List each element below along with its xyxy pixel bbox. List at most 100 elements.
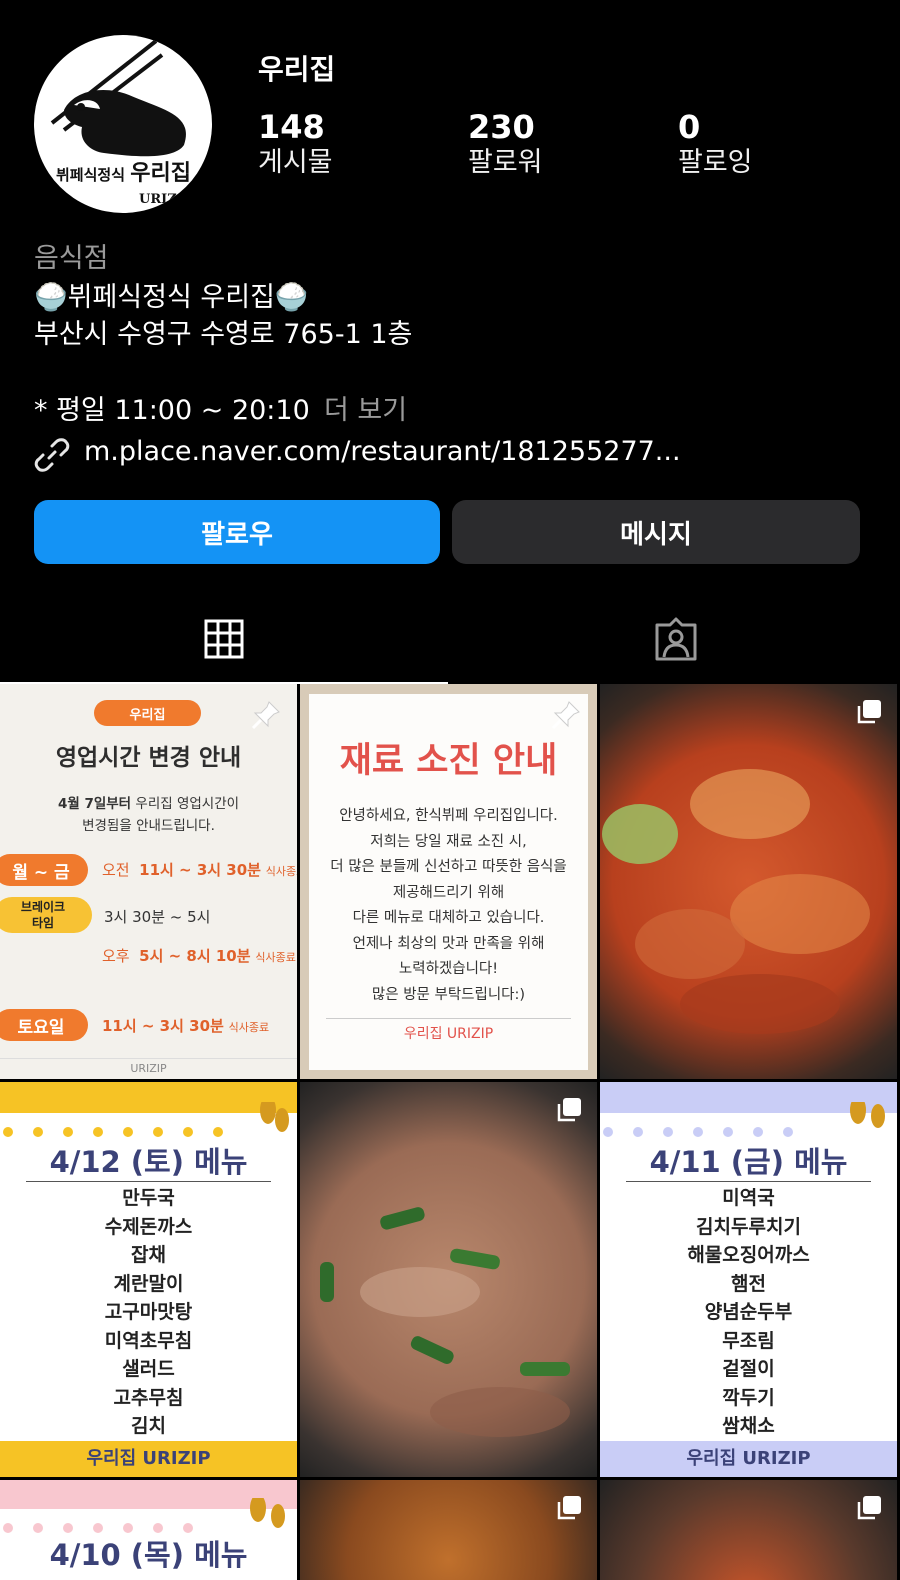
notice-line: 언제나 최상의 맛과 만족을 위해: [352, 935, 545, 952]
following-label: 팔로잉: [678, 147, 753, 178]
notice-line: 많은 방문 부탁드립니다:): [371, 986, 526, 1003]
tagged-person-icon: [655, 617, 697, 661]
followers-count: 230: [468, 108, 535, 146]
bio-address: 부산시 수영구 수영로 765-1 1층: [34, 319, 413, 350]
menu-list: 미역국 김치두루치기 해물오징어까스 햄전 양념순두부 무조림 겉절이 깍두기 …: [600, 1184, 897, 1441]
menu-item: 계란말이: [113, 1272, 184, 1295]
post-desc2: 변경됨을 안내드립니다.: [82, 818, 215, 834]
garland-decoration: [0, 1498, 297, 1533]
post-food-photo[interactable]: [300, 1480, 597, 1580]
menu-footer: 우리집 URIZIP: [0, 1441, 297, 1477]
post-food-photo[interactable]: [600, 684, 897, 1079]
profile-category: 음식점: [34, 243, 109, 274]
menu-title: 4/12 (토) 메뉴: [49, 1145, 248, 1179]
garland-decoration: [600, 1102, 897, 1137]
pm-hours: 오후 5시 ~ 8시 10분 식사종료: [102, 945, 296, 966]
username: 우리집: [258, 53, 336, 86]
divider: [626, 1181, 871, 1182]
am-label: 오전: [102, 861, 130, 879]
menu-item: 겉절이: [722, 1358, 775, 1380]
post-footer: 우리집 URIZIP: [403, 1026, 494, 1042]
profile-link[interactable]: m.place.naver.com/restaurant/181255277..…: [84, 436, 681, 467]
menu-item: 김치: [131, 1415, 166, 1437]
break-pill: 브레이크 타임: [0, 897, 92, 933]
weekday-label: 월 ~ 금: [12, 862, 70, 883]
profile-avatar[interactable]: 뷔페식정식 우리집 URIZ: [34, 35, 212, 213]
post-sold-out[interactable]: 재료 소진 안내 안녕하세요, 한식뷔페 우리집입니다. 저희는 당일 재료 소…: [300, 684, 597, 1079]
food-photo: [320, 1207, 570, 1437]
post-badge: 우리집: [94, 700, 201, 726]
menu-item: 샐러드: [122, 1358, 175, 1380]
break-label2: 타임: [31, 916, 55, 930]
menu-item: 쌈채소: [722, 1415, 775, 1437]
divider: [326, 1018, 571, 1019]
sat-time: 11시 ~ 3시 30분: [102, 1017, 224, 1035]
profile-tabs: [0, 596, 900, 684]
post-title: 영업시간 변경 안내: [55, 745, 242, 771]
menu-title: 4/11 (금) 메뉴: [649, 1145, 848, 1179]
post-desc: 4월 7일부터 우리집 영업시간이: [0, 792, 297, 812]
post-menu-0411[interactable]: 4/11 (금) 메뉴 미역국 김치두루치기 해물오징어까스 햄전 양념순두부 …: [600, 1082, 897, 1477]
posts-label: 게시물: [258, 147, 333, 178]
am-time: 11시 ~ 3시 30분: [139, 861, 261, 879]
break-label1: 브레이크: [20, 900, 66, 914]
notice-line: 저희는 당일 재료 소진 시,: [370, 833, 527, 850]
sat-label: 토요일: [17, 1017, 65, 1038]
followers-label: 팔로워: [468, 147, 543, 178]
stat-followers[interactable]: 230 팔로워: [468, 108, 648, 180]
menu-item: 고구마맛탕: [104, 1301, 193, 1323]
post-hours-notice[interactable]: 우리집 영업시간 변경 안내 4월 7일부터 우리집 영업시간이 변경됨을 안내…: [0, 684, 297, 1079]
menu-footer: 우리집 URIZIP: [600, 1441, 897, 1477]
pin-icon: [551, 701, 580, 730]
post-food-photo[interactable]: [300, 1082, 597, 1477]
menu-item: 수제돈까스: [104, 1215, 193, 1238]
bio-line: 🍚뷔페식정식 우리집🍚: [34, 282, 309, 313]
menu-title: 4/10 (목) 메뉴: [49, 1538, 248, 1572]
menu-item: 김치두루치기: [696, 1215, 801, 1238]
meal-end: 식사종료: [265, 865, 297, 878]
post-footer: URIZIP: [0, 1058, 297, 1075]
multiple-photos-icon: [557, 1496, 581, 1520]
menu-item: 고추무침: [113, 1386, 184, 1409]
desc-bold: 4월 7일부터: [57, 796, 132, 812]
post-menu-0412[interactable]: 4/12 (토) 메뉴 만두국 수제돈까스 잡채 계란말이 고구마맛탕 미역초무…: [0, 1082, 297, 1477]
notice-line: 노력하겠습니다!: [398, 961, 499, 977]
bio-hours: * 평일 11:00 ~ 20:10: [34, 395, 310, 426]
menu-item: 잡채: [131, 1244, 166, 1266]
message-button[interactable]: 메시지: [452, 500, 860, 564]
menu-item: 햄전: [731, 1272, 766, 1295]
badge-text: 우리집: [129, 707, 166, 723]
food-photo: [602, 769, 870, 1034]
multiple-photos-icon: [557, 1098, 581, 1122]
grid-icon: [204, 619, 244, 659]
tab-posts-grid[interactable]: [0, 596, 448, 684]
post-menu-0410[interactable]: 4/10 (목) 메뉴: [0, 1480, 297, 1580]
link-icon: [34, 438, 70, 472]
post-title: 재료 소진 안내: [339, 741, 558, 781]
svg-text:URIZ: URIZ: [139, 192, 177, 207]
follow-button[interactable]: 팔로우: [34, 500, 440, 564]
menu-item: 미역초무침: [104, 1329, 193, 1352]
sat-hours: 11시 ~ 3시 30분 식사종료: [102, 1015, 269, 1036]
tab-tagged[interactable]: [452, 596, 900, 682]
notice-line: 제공해드리기 위해: [392, 884, 505, 901]
restaurant-logo: 뷔페식정식 우리집 URIZ: [50, 39, 191, 207]
notice-line: 다른 메뉴로 대체하고 있습니다.: [352, 910, 545, 926]
menu-list: 만두국 수제돈까스 잡채 계란말이 고구마맛탕 미역초무침 샐러드 고추무침 김…: [0, 1184, 297, 1441]
posts-count: 148: [258, 108, 325, 146]
more-link[interactable]: 더 보기: [324, 388, 407, 427]
multiple-photos-icon: [857, 700, 881, 724]
menu-item: 무조림: [722, 1329, 775, 1352]
sat-end: 식사종료: [228, 1021, 270, 1034]
weekday-pill: 월 ~ 금: [0, 854, 88, 886]
stat-following[interactable]: 0 팔로잉: [678, 108, 858, 180]
saturday-pill: 토요일: [0, 1009, 88, 1041]
stat-posts[interactable]: 148 게시물: [258, 108, 438, 180]
pm-label: 오후: [102, 947, 130, 965]
menu-item: 양념순두부: [704, 1301, 793, 1323]
desc-rest: 우리집 영업시간이: [131, 796, 240, 812]
post-food-photo[interactable]: [600, 1480, 897, 1580]
following-count: 0: [678, 108, 701, 146]
break-time: 3시 30분 ~ 5시: [104, 908, 211, 926]
multiple-photos-icon: [857, 1496, 881, 1520]
